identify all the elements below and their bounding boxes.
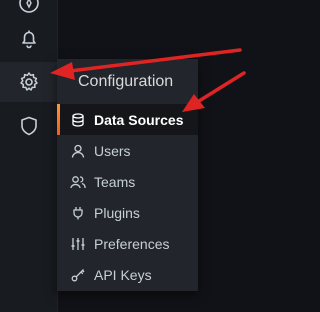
users-icon: [70, 174, 86, 190]
menu-item-preferences[interactable]: Preferences: [57, 228, 198, 259]
menu-item-label: Users: [94, 142, 131, 159]
sidebar: [0, 0, 58, 312]
compass-icon: [18, 0, 39, 13]
menu-item-label: Teams: [94, 173, 136, 190]
menu-item-users[interactable]: Users: [57, 135, 198, 166]
app-window: Configuration Data Sources Users Teams P…: [0, 0, 310, 312]
menu-item-data-sources[interactable]: Data Sources: [57, 104, 198, 135]
sidebar-item-alerting[interactable]: [0, 19, 57, 59]
configuration-dropdown-menu: Configuration Data Sources Users Teams P…: [57, 59, 198, 291]
menu-item-label: Preferences: [94, 235, 170, 252]
menu-item-teams[interactable]: Teams: [57, 166, 198, 197]
menu-item-label: Plugins: [94, 204, 140, 221]
menu-item-label: Data Sources: [94, 111, 184, 128]
plug-icon: [70, 205, 86, 221]
sidebar-item-configuration[interactable]: [0, 62, 57, 102]
menu-item-label: API Keys: [94, 266, 152, 283]
database-icon: [70, 112, 86, 128]
key-icon: [70, 267, 86, 283]
bell-icon: [21, 30, 36, 49]
shield-icon: [20, 116, 37, 136]
menu-item-api-keys[interactable]: API Keys: [57, 259, 198, 290]
menu-header[interactable]: Configuration: [57, 59, 198, 104]
gear-icon: [19, 72, 38, 91]
menu-item-plugins[interactable]: Plugins: [57, 197, 198, 228]
sidebar-item-server-admin[interactable]: [0, 106, 57, 146]
sliders-icon: [70, 236, 86, 252]
user-icon: [70, 143, 86, 159]
